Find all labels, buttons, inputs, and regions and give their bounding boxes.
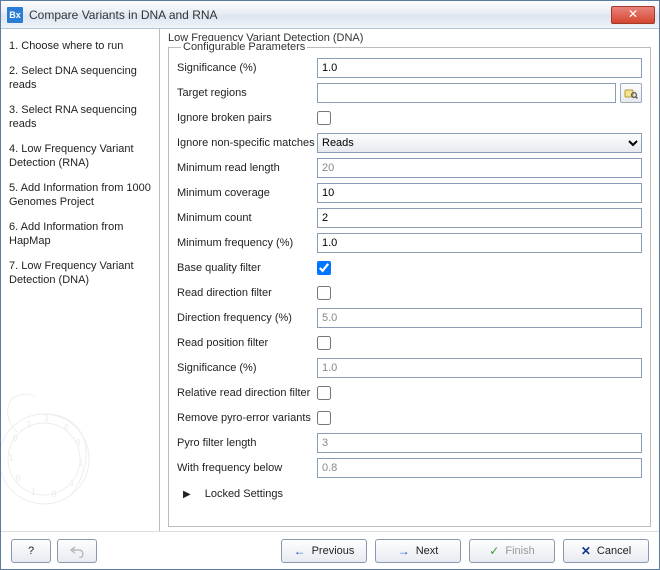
- previous-button[interactable]: ←Previous: [281, 539, 367, 563]
- input-min-coverage[interactable]: [317, 183, 642, 203]
- locked-settings-toggle[interactable]: ▶ Locked Settings: [183, 488, 642, 500]
- label-target-regions: Target regions: [177, 87, 317, 99]
- checkbox-read-position-filter[interactable]: [317, 336, 331, 350]
- step-2: Select DNA sequencing reads: [9, 64, 151, 92]
- svg-text:1: 1: [8, 454, 13, 464]
- label-base-quality-filter: Base quality filter: [177, 262, 317, 274]
- input-direction-frequency: [317, 308, 642, 328]
- input-min-count[interactable]: [317, 208, 642, 228]
- label-with-freq-below: With frequency below: [177, 462, 317, 474]
- step-7: Low Frequency Variant Detection (DNA): [9, 259, 151, 287]
- step-4: Low Frequency Variant Detection (RNA): [9, 142, 151, 170]
- label-significance: Significance (%): [177, 62, 317, 74]
- x-icon: ✕: [581, 544, 591, 558]
- step-1: Choose where to run: [9, 39, 151, 53]
- select-ignore-nonspecific[interactable]: Reads: [317, 133, 642, 153]
- params-legend: Configurable Parameters: [181, 41, 307, 53]
- close-button[interactable]: ✕: [611, 6, 655, 24]
- params-group: Configurable Parameters Significance (%)…: [168, 47, 651, 527]
- input-significance[interactable]: [317, 58, 642, 78]
- browse-icon: [624, 86, 638, 100]
- undo-icon: [69, 544, 85, 558]
- svg-text:1: 1: [31, 488, 36, 498]
- label-read-direction-filter: Read direction filter: [177, 287, 317, 299]
- label-min-frequency: Minimum frequency (%): [177, 237, 317, 249]
- label-min-read-length: Minimum read length: [177, 162, 317, 174]
- svg-text:0: 0: [51, 490, 56, 500]
- checkbox-remove-pyro[interactable]: [317, 411, 331, 425]
- checkbox-read-direction-filter[interactable]: [317, 286, 331, 300]
- expand-arrow-icon: ▶: [183, 489, 191, 500]
- arrow-left-icon: ←: [294, 544, 306, 558]
- input-target-regions[interactable]: [317, 83, 616, 103]
- step-5: Add Information from 1000 Genomes Projec…: [9, 181, 151, 209]
- label-relative-read-direction: Relative read direction filter: [177, 387, 317, 399]
- input-with-freq-below: [317, 458, 642, 478]
- label-min-count: Minimum count: [177, 212, 317, 224]
- checkbox-base-quality-filter[interactable]: [317, 261, 331, 275]
- checkbox-relative-read-direction[interactable]: [317, 386, 331, 400]
- svg-text:0: 0: [15, 475, 20, 485]
- label-significance-2: Significance (%): [177, 362, 317, 374]
- checkbox-ignore-broken-pairs[interactable]: [317, 111, 331, 125]
- cancel-button[interactable]: ✕Cancel: [563, 539, 649, 563]
- titlebar: Bx Compare Variants in DNA and RNA ✕: [1, 1, 659, 29]
- next-button[interactable]: →Next: [375, 539, 461, 563]
- watermark-image: 011 001 101 01: [1, 341, 159, 531]
- finish-button[interactable]: ✓Finish: [469, 539, 555, 563]
- svg-text:1: 1: [69, 479, 74, 489]
- svg-text:1: 1: [78, 459, 83, 469]
- step-3: Select RNA sequencing reads: [9, 103, 151, 131]
- browse-target-regions-button[interactable]: [620, 83, 642, 103]
- label-direction-frequency: Direction frequency (%): [177, 312, 317, 324]
- label-pyro-filter-length: Pyro filter length: [177, 437, 317, 449]
- label-ignore-broken-pairs: Ignore broken pairs: [177, 112, 317, 124]
- label-min-coverage: Minimum coverage: [177, 187, 317, 199]
- input-pyro-filter-length: [317, 433, 642, 453]
- svg-text:1: 1: [44, 414, 49, 424]
- window-title: Compare Variants in DNA and RNA: [29, 8, 611, 22]
- app-icon: Bx: [7, 7, 23, 23]
- content-panel: Low Frequency Variant Detection (DNA) Co…: [159, 29, 659, 531]
- locked-settings-label: Locked Settings: [205, 488, 283, 500]
- check-icon: ✓: [489, 544, 499, 558]
- help-button[interactable]: ?: [11, 539, 51, 563]
- label-remove-pyro: Remove pyro-error variants: [177, 412, 317, 424]
- arrow-right-icon: →: [398, 544, 410, 558]
- input-min-frequency[interactable]: [317, 233, 642, 253]
- svg-text:1: 1: [26, 421, 31, 431]
- wizard-steps-sidebar: Choose where to run Select DNA sequencin…: [1, 29, 159, 531]
- reset-button[interactable]: [57, 539, 97, 563]
- svg-text:0: 0: [76, 439, 81, 449]
- label-read-position-filter: Read position filter: [177, 337, 317, 349]
- svg-text:0: 0: [64, 423, 69, 433]
- input-min-read-length: [317, 158, 642, 178]
- label-ignore-nonspecific: Ignore non-specific matches: [177, 137, 317, 149]
- step-6: Add Information from HapMap: [9, 220, 151, 248]
- svg-text:0: 0: [13, 434, 18, 444]
- footer: ? ←Previous →Next ✓Finish ✕Cancel: [1, 531, 659, 569]
- input-significance-2: [317, 358, 642, 378]
